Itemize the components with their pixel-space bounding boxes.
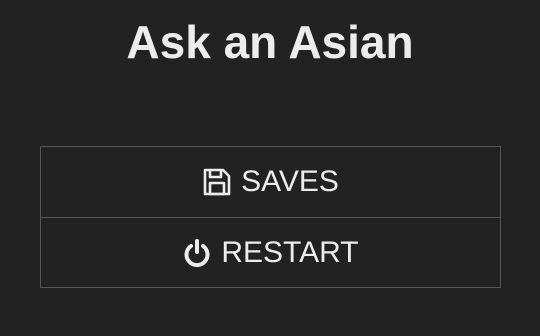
saves-button[interactable]: SAVES	[41, 147, 500, 217]
save-icon	[202, 167, 232, 197]
saves-button-label: SAVES	[241, 165, 339, 198]
power-icon	[182, 238, 212, 268]
restart-button-label: RESTART	[221, 235, 359, 269]
main-menu: SAVES RESTART	[40, 146, 501, 288]
game-menu-screen: Ask an Asian SAVES RESTART	[0, 0, 540, 336]
restart-button[interactable]: RESTART	[41, 217, 500, 287]
page-title: Ask an Asian	[126, 16, 414, 68]
